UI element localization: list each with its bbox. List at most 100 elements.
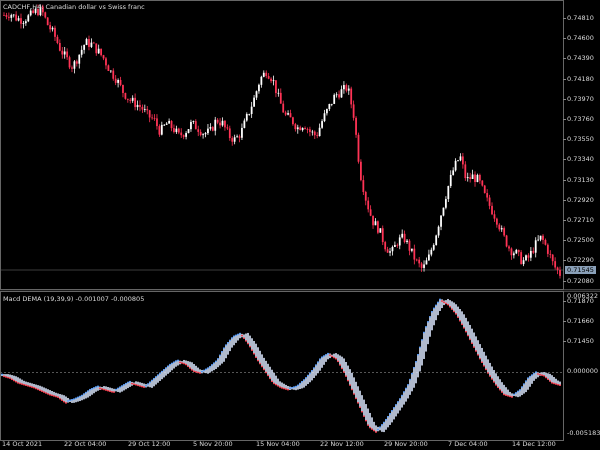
indicator-scale[interactable]: 0.006322 0.000000 -0.005183 [563, 292, 600, 440]
candle-body [168, 120, 171, 124]
price-chart-pane[interactable]: CADCHF,H4: Canadian dollar vs Swiss fran… [0, 0, 563, 289]
candle-body [253, 97, 255, 107]
indicator-pane[interactable]: Macd DEMA (19,39,9) -0.001007 -0.000805 [0, 292, 563, 440]
candle-body [231, 138, 234, 142]
candle-body [78, 54, 81, 64]
candle-body [544, 239, 547, 245]
price-tick-label: 0.73340 [567, 155, 594, 164]
candle-body [73, 61, 76, 69]
candle-body [355, 117, 357, 135]
indicator-tick-label: 0.000000 [567, 367, 599, 375]
candle-body [44, 12, 47, 18]
candle-body [95, 43, 98, 54]
candle-body [117, 80, 120, 83]
candle-body [481, 180, 484, 186]
candle-body [299, 127, 302, 131]
time-tick-label: 29 Nov 20:00 [384, 440, 428, 448]
candle-body [248, 113, 251, 115]
candle-body [333, 94, 336, 104]
candle-body [46, 17, 49, 26]
candle-body [129, 99, 132, 101]
candle-body [498, 224, 501, 230]
candle-body [170, 120, 173, 129]
candle-body [216, 119, 219, 123]
candle-body [221, 120, 224, 126]
candle-body [425, 260, 428, 265]
candle-body [56, 36, 59, 43]
candle-body [126, 98, 129, 100]
candle-body [105, 58, 107, 66]
candle-body [190, 121, 192, 130]
candle-body [7, 16, 10, 18]
candle-body [219, 122, 221, 126]
candle-body [71, 67, 73, 69]
candle-body [301, 127, 304, 131]
candle-body [80, 49, 83, 55]
price-tick-label: 0.72920 [567, 195, 594, 204]
candle-body [435, 235, 438, 245]
candle-body [192, 121, 195, 122]
candle-body [63, 51, 66, 55]
candle-body [447, 186, 450, 200]
candle-body [313, 131, 316, 136]
candle-body [265, 72, 268, 77]
candle-body [406, 240, 408, 243]
candle-body [556, 267, 559, 271]
macd-chart[interactable] [0, 292, 563, 440]
candle-body [534, 240, 537, 253]
candle-body [352, 104, 355, 118]
candle-body [459, 156, 462, 161]
price-scale[interactable]: 0.74810 0.74600 0.74390 0.74180 0.73970 0.737… [563, 0, 600, 345]
candle-body [287, 113, 289, 115]
candle-body [483, 185, 486, 194]
candle-body [90, 42, 93, 47]
candle-body [124, 92, 127, 99]
price-tick [563, 38, 566, 40]
candle-body [207, 128, 209, 134]
candle-body [185, 133, 187, 137]
candle-body [226, 127, 229, 129]
candle-body [75, 61, 78, 64]
candle-body [5, 15, 8, 17]
candle-body [350, 88, 353, 105]
candle-body [304, 127, 306, 130]
candle-body [357, 134, 360, 162]
candle-body [109, 70, 112, 72]
candle-body [272, 80, 275, 82]
candle-body [391, 246, 394, 252]
candle-body [107, 65, 110, 72]
candle-body [381, 228, 384, 243]
candle-body [282, 103, 285, 113]
candlestick-chart[interactable] [0, 0, 563, 289]
candle-body [102, 55, 105, 59]
candle-body [163, 124, 166, 126]
candle-body [476, 174, 479, 183]
candle-body [139, 104, 141, 107]
candle-body [525, 255, 527, 261]
candle-body [97, 48, 100, 54]
candle-body [27, 15, 30, 22]
candle-body [134, 97, 137, 108]
candle-body [255, 91, 258, 98]
candle-body [454, 160, 457, 171]
candle-body [321, 121, 323, 128]
candle-body [374, 221, 377, 226]
price-tick [563, 18, 566, 19]
candle-body [228, 128, 231, 139]
candle-body [131, 97, 134, 101]
price-tick [563, 199, 566, 201]
candle-body [345, 85, 348, 91]
time-tick-label: 29 Oct 12:00 [128, 440, 171, 448]
time-scale[interactable]: 14 Oct 2021 22 Oct 04:00 29 Oct 12:00 5 Nov… [0, 440, 563, 450]
candle-body [92, 42, 95, 44]
candle-body [522, 260, 525, 265]
candle-body [551, 254, 554, 262]
candle-body [243, 120, 246, 128]
candle-body [148, 110, 151, 118]
candle-body [384, 242, 387, 250]
candle-body [430, 249, 433, 255]
candle-body [175, 128, 178, 133]
candle-body [503, 228, 506, 236]
candle-body [51, 27, 54, 30]
candle-body [143, 109, 146, 110]
